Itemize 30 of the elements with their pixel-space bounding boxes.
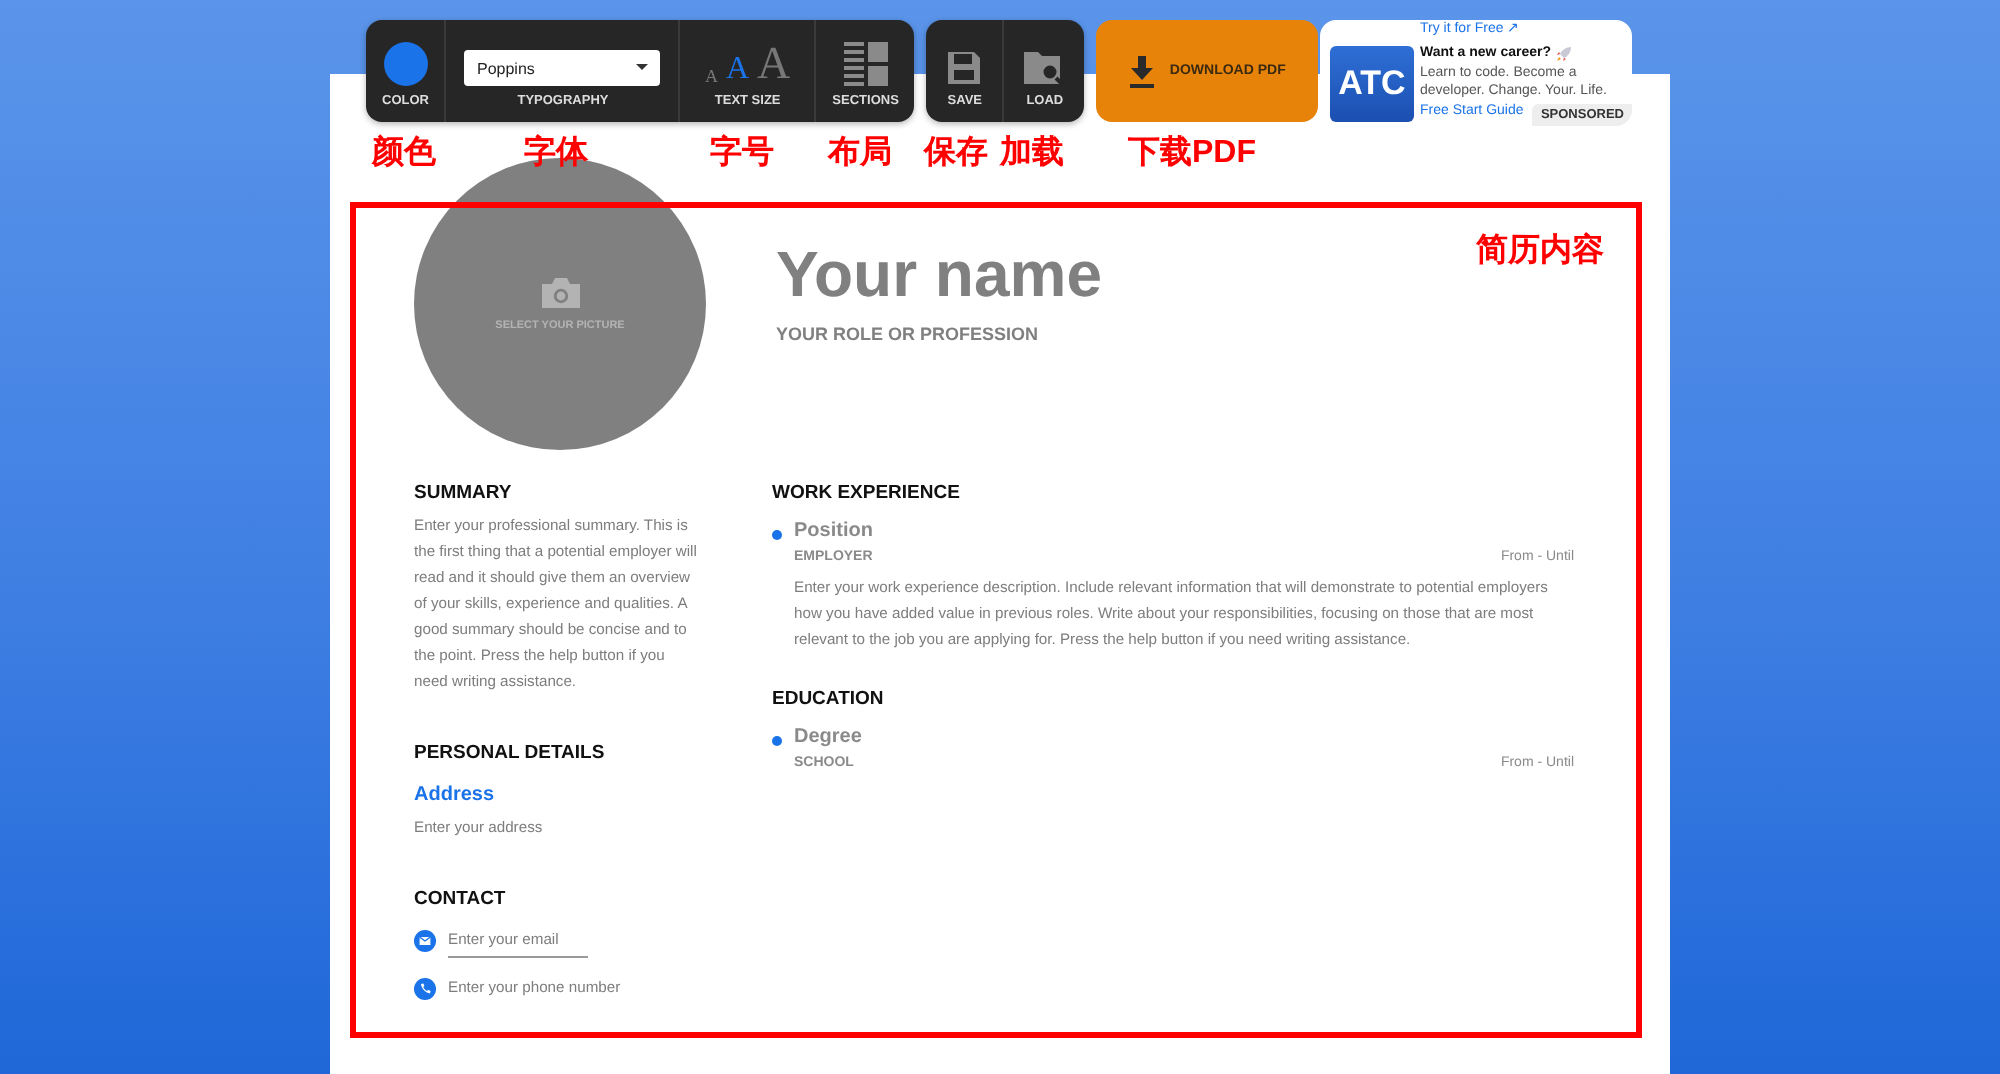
mail-icon [414,930,436,952]
annotation-label: 字号 [710,132,774,174]
entry-title: Degree [794,726,864,748]
section-heading: WORK EXPERIENCE [772,482,962,504]
ad-logo: ATC [1330,46,1414,122]
text-size-option[interactable]: A [725,54,750,86]
bullet-icon [772,530,782,540]
entry-title: Position [794,520,875,542]
section-heading: EDUCATION [772,688,886,710]
rocket-icon [1555,45,1571,62]
annotation-label: 简历内容 [1476,230,1604,272]
section-heading: PERSONAL DETAILS [414,742,607,764]
annotation-label: 加载 [1000,133,1064,174]
section-heading: CONTACT [414,888,508,910]
camera-icon [541,277,579,307]
section-heading: SUMMARY [414,482,514,504]
bullet-icon [772,736,782,746]
role-subtitle: YOUR ROLE OR PROFESSION [776,324,1041,344]
sections-icon [843,42,888,86]
folder-search-icon [1024,50,1065,86]
text-size-option[interactable]: A [757,40,791,86]
address-label: Address [414,784,497,806]
name-heading: Your name [776,242,1102,306]
annotation-label: 布局 [828,133,892,174]
annotation-label: 保存 [924,133,988,174]
phone-icon [414,977,436,999]
annotation-label: 下载PDF [1128,133,1256,174]
text-size-option[interactable]: A [704,68,718,86]
font-dropdown[interactable]: Poppins [464,50,661,86]
download-icon [1129,55,1154,87]
